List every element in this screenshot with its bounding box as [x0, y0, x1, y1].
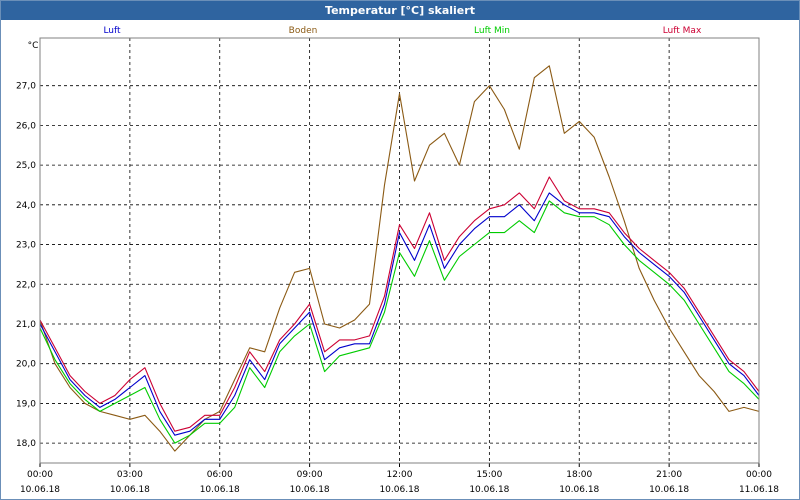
- x-tick-time: 09:00: [297, 470, 323, 480]
- legend-luft-max: Luft Max: [663, 26, 702, 36]
- legend-luft: Luft: [103, 26, 121, 36]
- legend: Luft Boden Luft Min Luft Max: [103, 26, 702, 36]
- y-tick-label: 25,0: [16, 161, 36, 171]
- temperature-chart: Luft Boden Luft Min Luft Max °C 18,0 19,0 20,…: [16, 26, 779, 495]
- grid-lines: [40, 38, 759, 463]
- y-tick-label: 19,0: [16, 399, 36, 409]
- y-tick-label: 27,0: [16, 82, 36, 92]
- y-tick-label: 20,0: [16, 360, 36, 370]
- y-tick-label: 22,0: [16, 280, 36, 290]
- x-tick-date: 10.06.18: [200, 485, 240, 495]
- y-tick-label: 24,0: [16, 201, 36, 211]
- x-tick-date: 10.06.18: [379, 485, 419, 495]
- y-tick-label: 23,0: [16, 241, 36, 251]
- x-tick-date: 10.06.18: [290, 485, 330, 495]
- x-tick-time: 03:00: [117, 470, 143, 480]
- x-tick-time: 00:00: [746, 470, 772, 480]
- x-tick-date: 10.06.18: [20, 485, 60, 495]
- x-tick-date: 10.06.18: [469, 485, 509, 495]
- x-tick-time: 12:00: [387, 470, 413, 480]
- x-tick-time: 00:00: [27, 470, 53, 480]
- x-tick-date: 11.06.18: [739, 485, 779, 495]
- x-axis: 00:00 10.06.18 03:00 10.06.18 06:00 10.06.18 0…: [20, 463, 779, 495]
- legend-boden: Boden: [289, 26, 318, 36]
- y-axis: °C 18,0 19,0 20,0 21,0 22,0 23,0 24,0 25,0 26,0 2…: [16, 41, 38, 449]
- x-tick-time: 18:00: [566, 470, 592, 480]
- y-tick-label: 26,0: [16, 121, 36, 131]
- x-tick-time: 06:00: [207, 470, 233, 480]
- legend-luft-min: Luft Min: [474, 26, 510, 36]
- y-axis-unit: °C: [28, 41, 39, 51]
- x-tick-date: 10.06.18: [649, 485, 689, 495]
- y-tick-label: 21,0: [16, 320, 36, 330]
- x-tick-time: 15:00: [476, 470, 502, 480]
- x-tick-date: 10.06.18: [559, 485, 599, 495]
- x-tick-time: 21:00: [656, 470, 682, 480]
- y-tick-label: 18,0: [16, 439, 36, 449]
- x-tick-date: 10.06.18: [110, 485, 150, 495]
